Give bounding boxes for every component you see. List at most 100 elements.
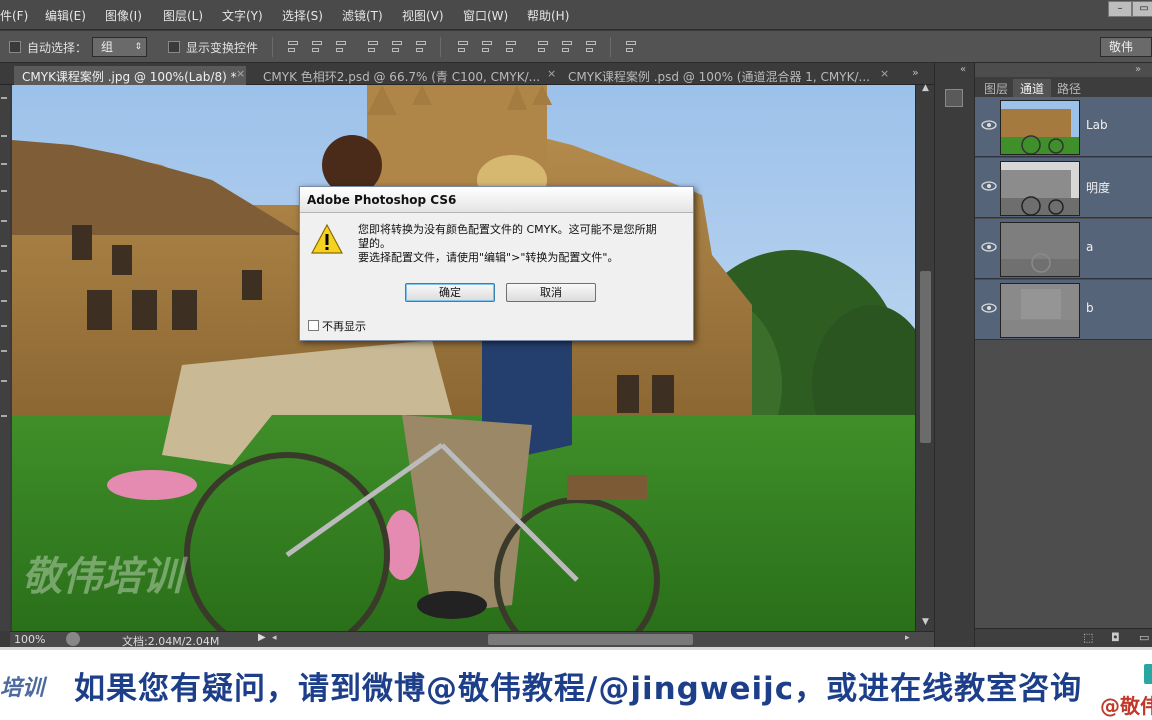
dialog-message-line: 望的。 bbox=[358, 237, 391, 250]
eye-icon[interactable] bbox=[981, 180, 997, 192]
toolbar-separator bbox=[610, 37, 611, 57]
close-icon[interactable]: × bbox=[880, 67, 889, 80]
menu-image[interactable]: 图像(I) bbox=[105, 7, 142, 24]
channel-row-lab[interactable]: Lab bbox=[975, 97, 1152, 157]
tab-paths[interactable]: 路径 bbox=[1050, 79, 1088, 97]
tab-cmyk-hue-ring[interactable]: CMYK 色相环2.psd @ 66.7% (青 C100, CMYK/... bbox=[255, 66, 549, 85]
warning-icon bbox=[310, 223, 344, 254]
collapse-icon[interactable]: « bbox=[960, 64, 966, 75]
menu-file[interactable]: 件(F) bbox=[0, 7, 28, 24]
tab-cmyk-course-psd[interactable]: CMYK课程案例 .psd @ 100% (通道混合器 1, CMYK/... bbox=[560, 66, 878, 85]
eye-icon[interactable] bbox=[981, 302, 997, 314]
panel-expand-icon[interactable]: » bbox=[1135, 64, 1141, 75]
more-tabs-icon[interactable]: » bbox=[912, 66, 919, 79]
tool-strip bbox=[0, 85, 10, 631]
tool-icon[interactable] bbox=[1, 190, 7, 192]
subtitle-text: 如果您有疑问，请到微博@敬伟教程/@jingweijc，或进在线教室咨询 bbox=[74, 671, 1083, 707]
toolbar-separator bbox=[272, 37, 273, 57]
distribute-left-icon[interactable] bbox=[536, 40, 550, 54]
tab-cmyk-course-jpg[interactable]: CMYK课程案例 .jpg @ 100%(Lab/8) * bbox=[14, 66, 246, 85]
dont-show-checkbox[interactable] bbox=[308, 320, 319, 331]
tab-layers[interactable]: 图层 bbox=[977, 79, 1015, 97]
align-right-icon[interactable] bbox=[414, 40, 428, 54]
distribute-top-icon[interactable] bbox=[456, 40, 470, 54]
close-icon[interactable]: × bbox=[547, 67, 556, 80]
properties-panel-icon[interactable] bbox=[945, 89, 963, 107]
tool-icon[interactable] bbox=[1, 135, 7, 137]
tool-icon[interactable] bbox=[1, 163, 7, 165]
load-selection-icon[interactable]: ⬚ bbox=[1083, 631, 1093, 644]
workspace-switcher[interactable]: 敬伟 bbox=[1100, 37, 1152, 57]
tool-icon[interactable] bbox=[1, 270, 7, 272]
scroll-right-icon[interactable]: ▸ bbox=[905, 633, 910, 643]
menu-edit[interactable]: 编辑(E) bbox=[45, 7, 86, 24]
minimize-button[interactable]: – bbox=[1108, 1, 1132, 17]
distribute-right-icon[interactable] bbox=[584, 40, 598, 54]
tab-channels[interactable]: 通道 bbox=[1013, 79, 1052, 97]
align-vcenter-icon[interactable] bbox=[310, 40, 324, 54]
close-icon[interactable]: × bbox=[236, 67, 245, 80]
tool-icon[interactable] bbox=[1, 97, 7, 99]
tool-icon[interactable] bbox=[1, 220, 7, 222]
tool-icon[interactable] bbox=[1, 245, 7, 247]
menu-layer[interactable]: 图层(L) bbox=[163, 7, 203, 24]
align-bottom-icon[interactable] bbox=[334, 40, 348, 54]
distribute-bottom-icon[interactable] bbox=[504, 40, 518, 54]
save-selection-icon[interactable]: ◘ bbox=[1111, 631, 1120, 644]
auto-align-icon[interactable] bbox=[624, 40, 638, 54]
scroll-left-icon[interactable]: ◂ bbox=[272, 633, 277, 643]
menu-help[interactable]: 帮助(H) bbox=[527, 7, 569, 24]
status-menu-icon[interactable] bbox=[66, 632, 80, 646]
document-canvas[interactable]: 敬伟培训 bbox=[12, 85, 915, 631]
menu-select[interactable]: 选择(S) bbox=[282, 7, 323, 24]
show-transform-checkbox[interactable] bbox=[168, 41, 180, 53]
channel-name: Lab bbox=[1086, 118, 1108, 132]
tab-label: CMYK课程案例 .jpg @ 100%(Lab/8) * bbox=[22, 70, 237, 84]
dont-show-label: 不再显示 bbox=[322, 320, 366, 333]
auto-select-dropdown[interactable]: 组 ⇕ bbox=[92, 37, 147, 57]
menu-window[interactable]: 窗口(W) bbox=[463, 7, 508, 24]
tool-icon[interactable] bbox=[1, 415, 7, 417]
cancel-button[interactable]: 取消 bbox=[506, 283, 596, 302]
auto-select-label: 自动选择： bbox=[27, 41, 88, 55]
panel-footer: ⬚ ◘ ▭ bbox=[975, 628, 1152, 647]
align-hcenter-icon[interactable] bbox=[390, 40, 404, 54]
new-channel-icon[interactable]: ▭ bbox=[1139, 631, 1149, 644]
menu-filter[interactable]: 滤镜(T) bbox=[342, 7, 383, 24]
status-arrow-icon[interactable]: ▶ bbox=[258, 632, 266, 643]
channel-row-b[interactable]: b bbox=[975, 280, 1152, 340]
panel-tabs: 图层 通道 路径 bbox=[975, 77, 1152, 97]
menu-type[interactable]: 文字(Y) bbox=[222, 7, 263, 24]
scroll-thumb[interactable] bbox=[920, 271, 931, 443]
channel-row-lightness[interactable]: 明度 bbox=[975, 158, 1152, 218]
menu-view[interactable]: 视图(V) bbox=[402, 7, 444, 24]
auto-select-value: 组 bbox=[101, 40, 114, 54]
vertical-scrollbar[interactable]: ▲ ▼ bbox=[915, 83, 934, 631]
zoom-level[interactable]: 100% bbox=[14, 633, 45, 646]
dialog-message-line: 要选择配置文件，请使用"编辑">"转换为配置文件"。 bbox=[358, 251, 619, 264]
auto-select-checkbox[interactable] bbox=[9, 41, 21, 53]
subtitle-banner: 培训 如果您有疑问，请到微博@敬伟教程/@jingweijc，或进在线教室咨询 … bbox=[0, 647, 1152, 720]
tool-icon[interactable] bbox=[1, 380, 7, 382]
eye-icon[interactable] bbox=[981, 119, 997, 131]
tool-icon[interactable] bbox=[1, 350, 7, 352]
eye-icon[interactable] bbox=[981, 241, 997, 253]
tool-icon[interactable] bbox=[1, 300, 7, 302]
watermark-text: 敬伟培训 bbox=[22, 554, 188, 600]
restore-button[interactable]: ▭ bbox=[1132, 1, 1152, 17]
align-top-icon[interactable] bbox=[286, 40, 300, 54]
brand-logo-right: @敬伟 bbox=[1100, 694, 1152, 718]
channel-thumbnail bbox=[1000, 283, 1080, 338]
distribute-vcenter-icon[interactable] bbox=[480, 40, 494, 54]
workspace-name: 敬伟 bbox=[1109, 40, 1134, 54]
align-left-icon[interactable] bbox=[366, 40, 380, 54]
horizontal-scroll-thumb[interactable] bbox=[488, 634, 693, 645]
tab-label: CMYK课程案例 .psd @ 100% (通道混合器 1, CMYK/... bbox=[568, 70, 870, 84]
tool-icon[interactable] bbox=[1, 325, 7, 327]
distribute-hcenter-icon[interactable] bbox=[560, 40, 574, 54]
scroll-up-icon[interactable]: ▲ bbox=[922, 83, 929, 93]
scroll-down-icon[interactable]: ▼ bbox=[922, 617, 929, 627]
channel-row-a[interactable]: a bbox=[975, 219, 1152, 279]
ok-button[interactable]: 确定 bbox=[405, 283, 495, 302]
photo-castle-couple-bicycle: 敬伟培训 bbox=[12, 85, 915, 631]
